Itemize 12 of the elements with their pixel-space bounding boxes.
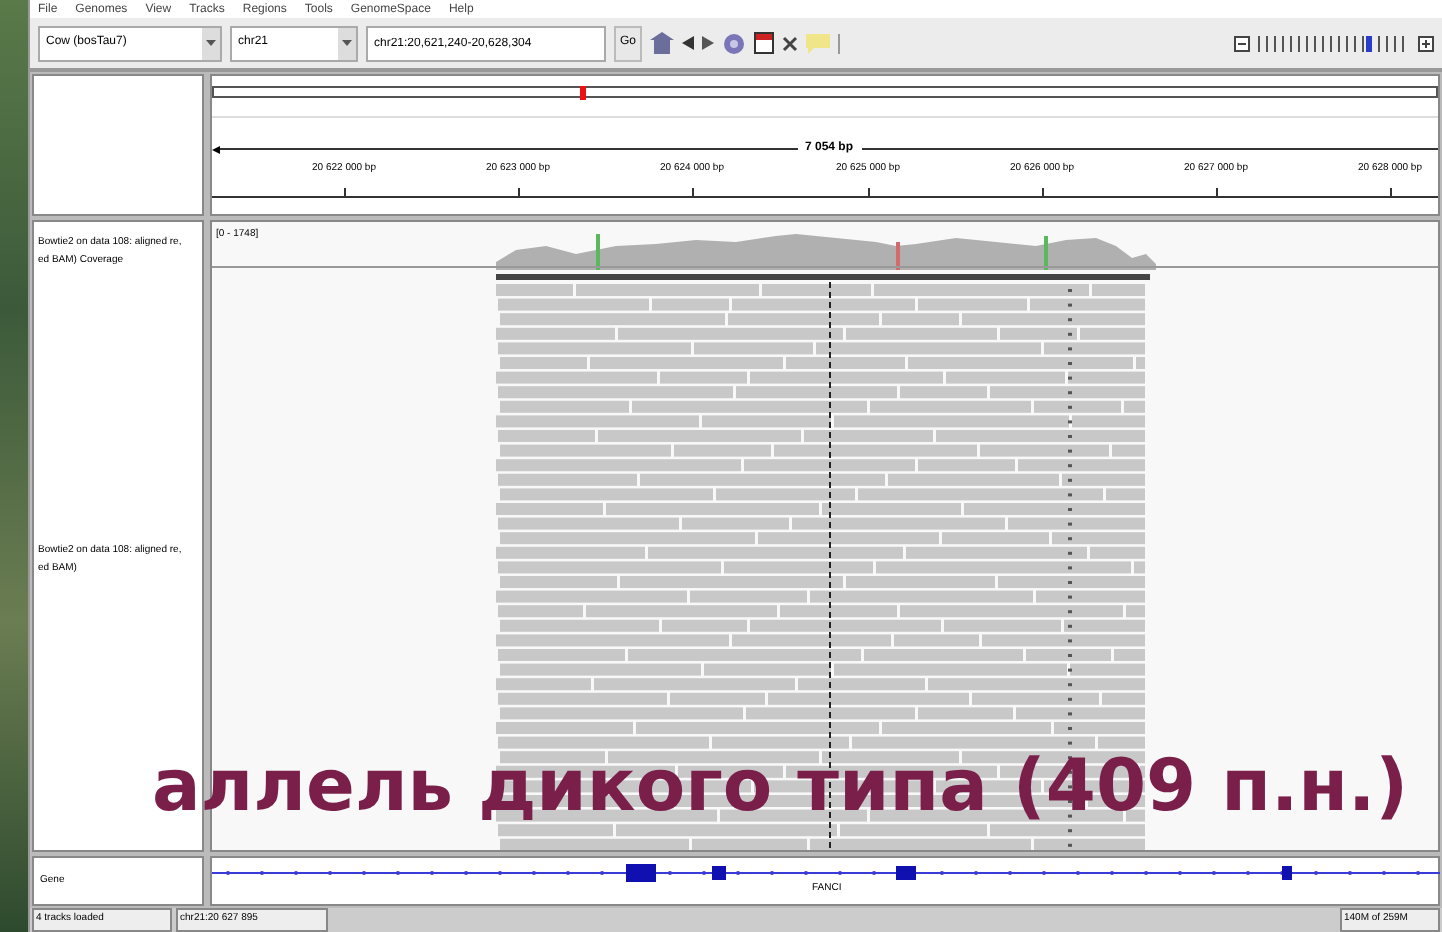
close-icon[interactable] xyxy=(782,35,799,51)
zoom-out-icon[interactable] xyxy=(1234,35,1250,51)
caret-icon xyxy=(342,40,352,46)
zoom-in-icon[interactable] xyxy=(1418,35,1434,51)
back-icon[interactable] xyxy=(682,36,695,50)
caption: аллель дикого типа (409 п.н.) xyxy=(152,748,1409,828)
region-icon[interactable] xyxy=(754,32,775,54)
caret-icon xyxy=(206,40,216,46)
home-icon[interactable] xyxy=(650,32,675,54)
span-left-arrow xyxy=(212,145,220,153)
forward-icon[interactable] xyxy=(702,36,715,50)
zoom-slider-thumb[interactable] xyxy=(1365,35,1372,51)
